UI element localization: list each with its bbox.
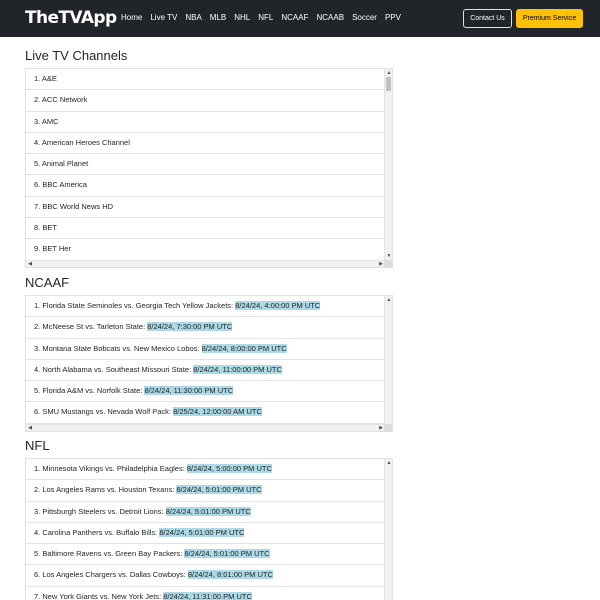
- game-matchup: 5. Florida A&M vs. Norfolk State:: [34, 386, 145, 396]
- nav-soccer[interactable]: Soccer: [352, 12, 377, 24]
- scroll-up-arrow-icon[interactable]: ▲: [385, 296, 392, 304]
- game-item[interactable]: 1. Minnesota Vikings vs. Philadelphia Ea…: [26, 459, 385, 481]
- game-matchup: 2. Los Angeles Rams vs. Houston Texans:: [34, 485, 177, 495]
- scroll-left-arrow-icon[interactable]: ◀: [26, 261, 34, 267]
- top-navbar: TheTVApp Home Live TV NBA MLB NHL NFL NC…: [0, 0, 600, 37]
- nav-ppv[interactable]: PPV: [385, 12, 401, 24]
- horizontal-scrollbar[interactable]: ◀ ▶: [26, 260, 385, 267]
- scroll-down-arrow-icon[interactable]: ▼: [385, 252, 392, 260]
- game-item[interactable]: 5. Baltimore Ravens vs. Green Bay Packer…: [26, 544, 385, 566]
- contact-us-button[interactable]: Contact Us: [463, 9, 512, 28]
- nav-live-tv[interactable]: Live TV: [150, 12, 177, 24]
- channel-item[interactable]: 5. Animal Planet: [26, 154, 385, 176]
- nav-ncaaf[interactable]: NCAAF: [281, 12, 308, 24]
- channel-item[interactable]: 8. BET: [26, 218, 385, 240]
- channel-item[interactable]: 2. ACC Network: [26, 90, 385, 112]
- game-item[interactable]: 2. McNeese St vs. Tarleton State: 8/24/2…: [26, 317, 385, 339]
- horizontal-scrollbar[interactable]: ◀ ▶: [26, 424, 385, 431]
- game-matchup: 4. North Alabama vs. Southeast Missouri …: [34, 364, 194, 374]
- nav-ncaab[interactable]: NCAAB: [317, 12, 345, 24]
- nav-nba[interactable]: NBA: [185, 12, 201, 24]
- game-matchup: 5. Baltimore Ravens vs. Green Bay Packer…: [34, 549, 185, 559]
- game-time: 8/24/24, 5:01:00 PM UTC: [165, 506, 251, 516]
- premium-service-button[interactable]: Premium Service: [516, 9, 583, 28]
- scrollbar-corner: [384, 424, 392, 431]
- game-time: 8/25/24, 12:00:00 AM UTC: [173, 407, 262, 417]
- live-tv-channel-list: 1. A&E 2. ACC Network 3. AMC 4. American…: [25, 68, 393, 268]
- channel-item[interactable]: 4. American Heroes Channel: [26, 133, 385, 155]
- game-item[interactable]: 6. SMU Mustangs vs. Nevada Wolf Pack: 8/…: [26, 402, 385, 424]
- game-time: 8/24/24, 5:01:00 PM UTC: [176, 485, 262, 495]
- ncaaf-game-list: 1. Florida State Seminoles vs. Georgia T…: [25, 295, 393, 432]
- game-item[interactable]: 4. North Alabama vs. Southeast Missouri …: [26, 360, 385, 382]
- game-item[interactable]: 1. Florida State Seminoles vs. Georgia T…: [26, 296, 385, 318]
- vertical-scrollbar[interactable]: ▲ ▼: [384, 69, 392, 260]
- channel-item[interactable]: 1. A&E: [26, 69, 385, 91]
- game-time: 8/24/24, 5:01:00 PM UTC: [184, 549, 270, 559]
- game-item[interactable]: 2. Los Angeles Rams vs. Houston Texans: …: [26, 480, 385, 502]
- game-item[interactable]: 3. Montana State Bobcats vs. New Mexico …: [26, 339, 385, 360]
- game-item[interactable]: 4. Carolina Panthers vs. Buffalo Bills: …: [26, 523, 385, 545]
- channel-item[interactable]: 7. BBC World News HD: [26, 197, 385, 219]
- game-time: 8/24/24, 8:00:00 PM UTC: [201, 343, 287, 353]
- game-item[interactable]: 3. Pittsburgh Steelers vs. Detroit Lions…: [26, 502, 385, 523]
- game-time: 8/24/24, 11:00:00 PM UTC: [193, 364, 282, 374]
- scroll-up-arrow-icon[interactable]: ▲: [385, 69, 392, 77]
- game-item[interactable]: 6. Los Angeles Chargers vs. Dallas Cowbo…: [26, 565, 385, 587]
- nav-links: Home Live TV NBA MLB NHL NFL NCAAF NCAAB…: [121, 12, 409, 24]
- nav-nfl[interactable]: NFL: [258, 12, 273, 24]
- vertical-scrollbar[interactable]: ▲: [384, 296, 392, 424]
- channel-item[interactable]: 6. BBC America: [26, 175, 385, 197]
- game-matchup: 6. Los Angeles Chargers vs. Dallas Cowbo…: [34, 570, 188, 580]
- channel-item[interactable]: 9. BET Her: [26, 239, 385, 261]
- scrollbar-corner: [384, 260, 392, 267]
- channel-item[interactable]: 3. AMC: [26, 112, 385, 133]
- game-time: 8/24/24, 5:01:00 PM UTC: [159, 527, 245, 537]
- game-time: 8/24/24, 11:30:00 PM UTC: [144, 386, 234, 396]
- game-matchup: 2. McNeese St vs. Tarleton State:: [34, 322, 148, 332]
- game-item[interactable]: 7. New York Giants vs. New York Jets: 8/…: [26, 587, 385, 600]
- ncaaf-list-inner: 1. Florida State Seminoles vs. Georgia T…: [26, 296, 385, 424]
- brand-logo[interactable]: TheTVApp: [25, 7, 117, 29]
- game-time: 8/24/24, 8:01:00 PM UTC: [187, 570, 273, 580]
- scrollbar-thumb[interactable]: [386, 77, 391, 91]
- nfl-heading: NFL: [25, 438, 50, 453]
- game-time: 8/24/24, 11:31:00 PM UTC: [163, 591, 252, 600]
- game-matchup: 3. Montana State Bobcats vs. New Mexico …: [34, 343, 202, 353]
- nav-mlb[interactable]: MLB: [210, 12, 226, 24]
- nav-nhl[interactable]: NHL: [234, 12, 250, 24]
- game-time: 8/24/24, 4:00:00 PM UTC: [235, 301, 321, 310]
- live-tv-heading: Live TV Channels: [25, 48, 128, 63]
- game-matchup: 7. New York Giants vs. New York Jets:: [34, 591, 164, 600]
- game-matchup: 3. Pittsburgh Steelers vs. Detroit Lions…: [34, 506, 166, 516]
- game-matchup: 1. Florida State Seminoles vs. Georgia T…: [34, 301, 236, 310]
- nav-home[interactable]: Home: [121, 12, 142, 24]
- game-matchup: 6. SMU Mustangs vs. Nevada Wolf Pack:: [34, 407, 174, 417]
- game-item[interactable]: 5. Florida A&M vs. Norfolk State: 8/24/2…: [26, 381, 385, 403]
- nfl-list-inner: 1. Minnesota Vikings vs. Philadelphia Ea…: [26, 459, 385, 600]
- game-matchup: 1. Minnesota Vikings vs. Philadelphia Ea…: [34, 464, 187, 473]
- scroll-left-arrow-icon[interactable]: ◀: [26, 425, 34, 431]
- vertical-scrollbar[interactable]: ▲: [384, 459, 392, 600]
- scroll-up-arrow-icon[interactable]: ▲: [385, 459, 392, 467]
- game-time: 8/24/24, 7:30:00 PM UTC: [147, 322, 233, 332]
- ncaaf-heading: NCAAF: [25, 275, 70, 290]
- nfl-game-list: 1. Minnesota Vikings vs. Philadelphia Ea…: [25, 458, 393, 600]
- game-time: 8/24/24, 5:00:00 PM UTC: [186, 464, 272, 473]
- game-matchup: 4. Carolina Panthers vs. Buffalo Bills:: [34, 527, 160, 537]
- live-tv-list-inner: 1. A&E 2. ACC Network 3. AMC 4. American…: [26, 69, 385, 261]
